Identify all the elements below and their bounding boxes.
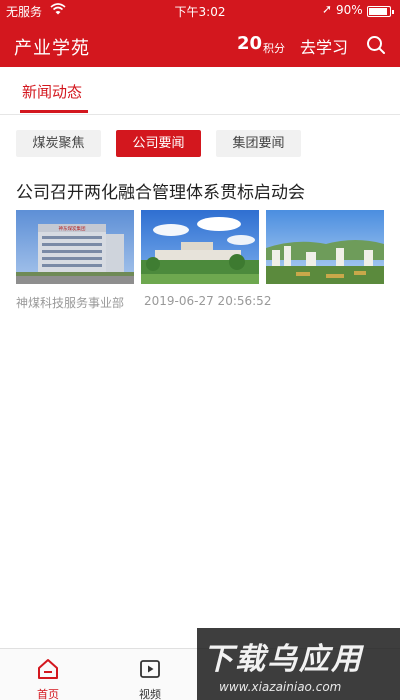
battery-icon xyxy=(367,6,394,17)
tab-bar: 新闻动态 xyxy=(0,67,400,115)
chip-coal-focus[interactable]: 煤炭聚焦 xyxy=(16,130,101,157)
score-unit: 积分 xyxy=(263,42,285,55)
watermark-logo-text: 下载乌应用 xyxy=(203,642,363,677)
battery-percent: 90% xyxy=(336,3,363,17)
nav-video-label: 视频 xyxy=(139,688,161,700)
chip-company-news[interactable]: 公司要闻 xyxy=(116,130,201,157)
page-title: 产业学苑 xyxy=(14,38,90,59)
nav-video[interactable]: 视频 xyxy=(120,657,180,700)
tab-news[interactable]: 新闻动态 xyxy=(22,81,82,102)
home-icon xyxy=(38,659,58,679)
video-icon xyxy=(140,660,160,678)
article-timestamp: 2019-06-27 20:56:52 xyxy=(144,294,272,308)
go-study-button[interactable]: 去学习 xyxy=(300,34,348,58)
nav-home-label: 首页 xyxy=(37,688,59,700)
app-header: 无服务 下午3:02 ➚ 90% 产业学苑 20 积分 去学习 xyxy=(0,0,400,67)
watermark: 下载乌应用 www.xiazainiao.com xyxy=(197,628,400,700)
building-sign-text: 神东煤炭集团 xyxy=(59,225,86,232)
article-source: 神煤科技服务事业部 xyxy=(16,296,125,310)
nav-home[interactable]: 首页 xyxy=(18,657,78,700)
search-icon[interactable] xyxy=(365,34,387,56)
article-title[interactable]: 公司召开两化融合管理体系贯标启动会 xyxy=(16,178,305,203)
article-image-town[interactable] xyxy=(266,210,384,284)
watermark-url: www.xiazainiao.com xyxy=(219,680,342,694)
article-image-campus[interactable] xyxy=(141,210,259,284)
tab-active-indicator xyxy=(20,110,88,113)
location-arrow-icon: ➚ xyxy=(322,2,333,16)
status-bar: 无服务 下午3:02 ➚ 90% xyxy=(0,0,400,22)
chip-group-news[interactable]: 集团要闻 xyxy=(216,130,301,157)
article-image-building[interactable]: 神东煤炭集团 xyxy=(16,210,134,284)
score-value: 20 xyxy=(237,33,263,54)
battery-level xyxy=(369,8,387,15)
